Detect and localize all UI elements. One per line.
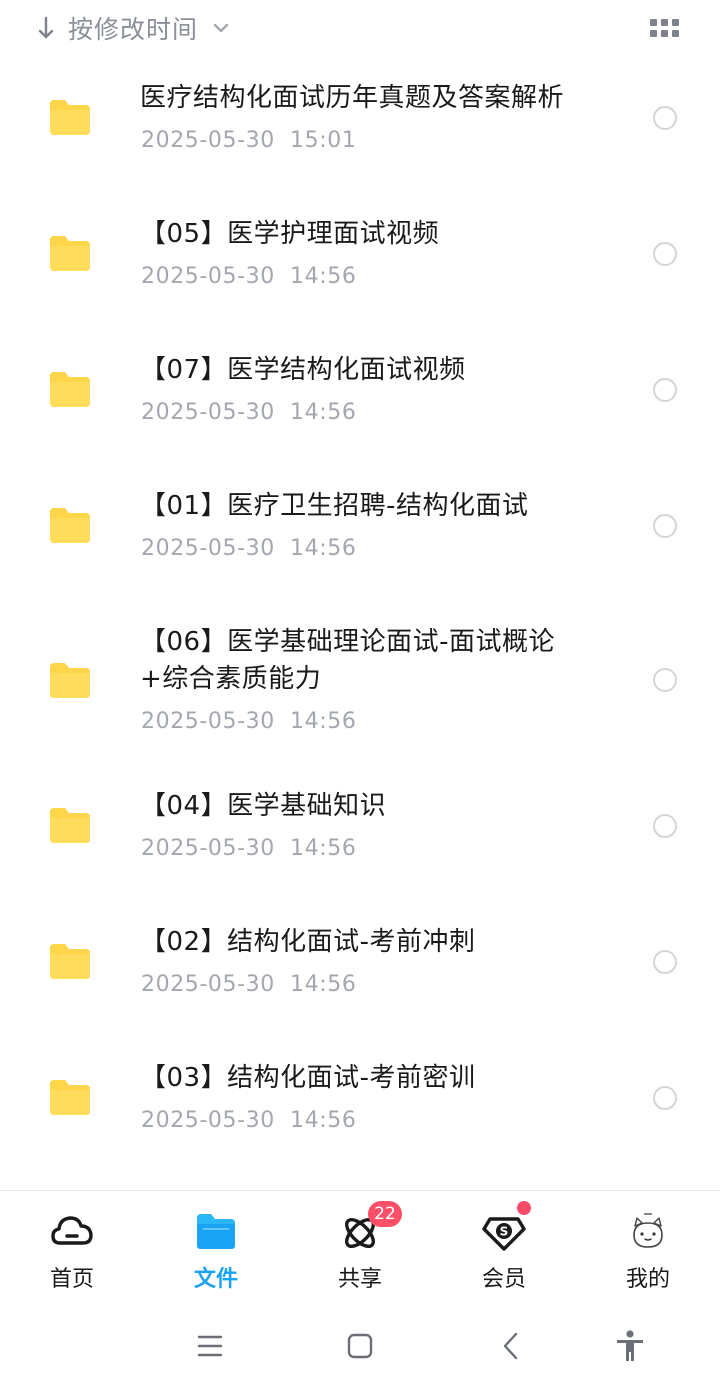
file-name: 【01】医疗卫生招聘-结构化面试 [140,491,529,521]
file-row[interactable]: 【04】医学基础知识 2025-05-30 14:56 [0,784,720,894]
back-icon[interactable] [494,1328,530,1364]
menu-icon[interactable] [192,1328,228,1364]
grid-view-icon [650,19,657,26]
file-row[interactable]: 医疗结构化面试历年真题及答案解析 2025-05-30 15:01 [0,76,720,186]
folder-icon [50,100,90,135]
folder-icon [50,236,90,271]
avatar-icon [633,1213,663,1248]
tab-label: 文件 [193,1267,238,1292]
file-date: 2025-05-30 14:56 [141,536,357,561]
select-radio[interactable] [653,514,677,538]
file-date: 2025-05-30 14:56 [141,264,357,289]
select-radio[interactable] [653,106,677,130]
tab-label: 共享 [337,1267,382,1292]
file-browser-page: 按修改时间 医疗结构化面试历年真题及答案解析 2025-05-30 15:01 [0,0,720,1394]
folder-icon [50,944,90,979]
grid-view-button[interactable] [650,16,680,40]
file-row[interactable]: 【03】结构化面试-考前密训 2025-05-30 14:56 [0,1056,720,1166]
tab-vip[interactable]: S 会员 [432,1191,576,1301]
file-name: 医疗结构化面试历年真题及答案解析 [140,83,565,113]
folder-icon [50,508,90,543]
folder-icon [50,808,90,843]
folder-icon [50,1080,90,1115]
folder-icon [50,372,90,407]
file-name: 【05】医学护理面试视频 [140,219,440,249]
file-row[interactable]: 【02】结构化面试-考前冲刺 2025-05-30 14:56 [0,920,720,1030]
tab-label: 首页 [49,1267,94,1292]
file-date: 2025-05-30 14:56 [141,972,357,997]
sort-bar: 按修改时间 [0,0,720,56]
file-name: 【07】医学结构化面试视频 [140,355,466,385]
tab-share[interactable]: 22 共享 [288,1191,432,1301]
chevron-down-icon [213,23,229,33]
grid-dot [661,30,668,37]
tab-mine[interactable]: 我的 [576,1191,720,1301]
select-radio[interactable] [653,1086,677,1110]
sort-label: 按修改时间 [68,15,199,44]
vip-shield-icon: S [482,1217,526,1251]
select-radio[interactable] [653,242,677,266]
select-radio[interactable] [653,814,677,838]
folder-icon [50,663,90,698]
svg-text:S: S [500,1225,509,1239]
tab-home[interactable]: 首页 [0,1191,144,1301]
system-nav-bar [0,1300,720,1394]
file-row[interactable]: 【01】医疗卫生招聘-结构化面试 2025-05-30 14:56 [0,484,720,594]
file-row[interactable]: 【07】医学结构化面试视频 2025-05-30 14:56 [0,348,720,458]
select-radio[interactable] [653,668,677,692]
grid-dot [672,30,679,37]
file-row[interactable]: 【06】医学基础理论面试-面试概论+综合素质能力 2025-05-30 14:5… [0,620,720,750]
file-date: 2025-05-30 14:56 [141,836,357,861]
tab-label: 会员 [481,1267,526,1292]
select-radio[interactable] [653,378,677,402]
home-square-icon[interactable] [342,1328,378,1364]
file-name: 【04】医学基础知识 [140,791,387,821]
file-date: 2025-05-30 14:56 [141,709,357,734]
folder-icon [197,1214,235,1249]
cloud-icon [51,1216,93,1245]
grid-dot [650,30,657,37]
tab-files[interactable]: 文件 [144,1191,288,1301]
file-name: 【06】医学基础理论面试-面试概论+综合素质能力 [140,627,555,694]
select-radio[interactable] [653,950,677,974]
file-date: 2025-05-30 15:01 [141,128,357,153]
file-row[interactable]: 【05】医学护理面试视频 2025-05-30 14:56 [0,212,720,322]
file-name: 【03】结构化面试-考前密训 [140,1063,476,1093]
sort-order-button[interactable]: 按修改时间 [36,8,230,48]
share-count-badge: 22 [368,1201,402,1227]
grid-dot [672,19,679,26]
file-name: 【02】结构化面试-考前冲刺 [140,927,476,957]
bottom-tab-bar: 首页 文件 22 共享 S 会员 我的 [0,1190,720,1300]
grid-dot [661,19,668,26]
file-date: 2025-05-30 14:56 [141,400,357,425]
arrow-down-icon [38,16,54,39]
file-date: 2025-05-30 14:56 [141,1108,357,1133]
vip-dot-badge [517,1201,531,1215]
accessibility-icon[interactable] [612,1328,648,1364]
tab-label: 我的 [625,1267,670,1292]
